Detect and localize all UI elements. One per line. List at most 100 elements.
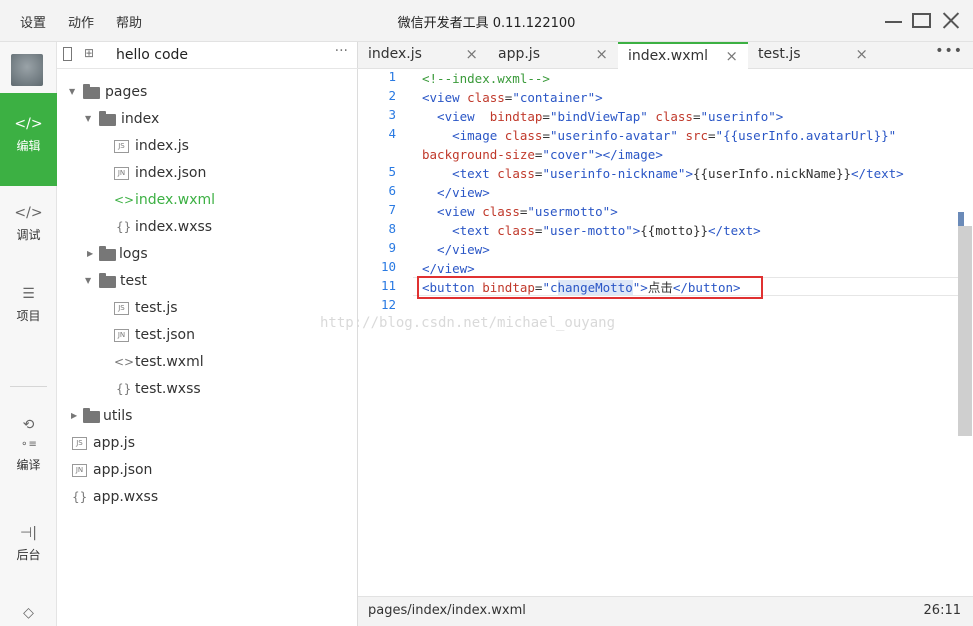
tab-label: index.wxml bbox=[628, 48, 709, 64]
code-token: <view bbox=[422, 204, 483, 219]
avatar[interactable] bbox=[11, 54, 43, 86]
window-title: 微信开发者工具 0.11.122100 bbox=[397, 16, 576, 31]
tree-item-label: index.wxss bbox=[135, 219, 213, 235]
minimize-icon[interactable] bbox=[885, 21, 902, 23]
backend-icon: ⊣| bbox=[20, 525, 37, 541]
activity-compile[interactable]: ⟲ ⚬≡ 编译 bbox=[0, 416, 57, 473]
activity-backend[interactable]: ⊣| 后台 bbox=[0, 524, 57, 563]
line-number: 5 bbox=[388, 164, 396, 179]
folder-icon bbox=[99, 273, 116, 288]
close-icon[interactable]: × bbox=[465, 42, 478, 67]
js-file-icon: JS bbox=[114, 302, 129, 315]
tab-index-wxml[interactable]: index.wxml × bbox=[618, 42, 748, 69]
tree-item-label: test.js bbox=[135, 300, 178, 316]
tree-item-label: index.json bbox=[135, 165, 207, 181]
tree-folder-logs[interactable]: ▶ logs bbox=[57, 241, 358, 267]
close-icon[interactable]: × bbox=[725, 44, 738, 69]
more-icon[interactable]: ··· bbox=[335, 43, 348, 59]
activity-debug[interactable]: </> 调试 bbox=[0, 204, 57, 243]
tab-label: index.js bbox=[368, 46, 422, 62]
tree-folder-test[interactable]: ▼ test bbox=[57, 268, 358, 294]
code-icon: </> bbox=[14, 116, 43, 132]
code-token: "cover" bbox=[542, 147, 596, 162]
code-token: = bbox=[692, 109, 701, 124]
code-token: > bbox=[640, 280, 648, 295]
layers-icon: ◇ bbox=[23, 605, 34, 621]
code-token: class bbox=[467, 90, 505, 105]
js-file-icon: JS bbox=[72, 437, 87, 450]
line-number: 11 bbox=[380, 278, 396, 293]
editor-tabs: index.js × app.js × index.wxml × test.js… bbox=[358, 42, 973, 69]
close-icon[interactable] bbox=[942, 11, 960, 29]
line-number: 12 bbox=[380, 297, 396, 312]
tree-item-label: test.wxss bbox=[135, 381, 201, 397]
code-token: <text bbox=[422, 223, 498, 238]
activity-project-label: 项目 bbox=[16, 309, 41, 323]
code-token: class bbox=[655, 109, 693, 124]
code-token: "userinfo" bbox=[700, 109, 776, 124]
code-token: "bindViewTap" bbox=[549, 109, 648, 124]
tree-file-test-js[interactable]: JS test.js bbox=[57, 295, 358, 321]
folder-icon bbox=[99, 111, 116, 126]
tree-file-app-wxss[interactable]: {} app.wxss bbox=[57, 484, 358, 510]
tree-file-index-js[interactable]: JS index.js bbox=[57, 133, 358, 159]
watermark: http://blog.csdn.net/michael_ouyang bbox=[320, 315, 616, 331]
code-token: = bbox=[542, 128, 550, 143]
tree-file-index-wxml[interactable]: <> index.wxml bbox=[57, 187, 358, 213]
code-token: </view> bbox=[422, 185, 490, 200]
activity-layers[interactable]: ◇ bbox=[0, 604, 57, 626]
editor-scrollbar[interactable] bbox=[958, 226, 972, 436]
activity-project[interactable]: ☰ 项目 bbox=[0, 285, 57, 324]
tree-file-test-json[interactable]: JN test.json bbox=[57, 322, 358, 348]
close-icon[interactable]: × bbox=[855, 42, 868, 67]
tree-file-app-js[interactable]: JS app.js bbox=[57, 430, 358, 456]
wxss-file-icon: {} bbox=[116, 220, 132, 234]
more-icon[interactable]: ••• bbox=[935, 43, 963, 59]
code-token: class bbox=[482, 204, 520, 219]
file-icon[interactable] bbox=[63, 47, 72, 61]
tree-item-label: index.wxml bbox=[135, 192, 216, 208]
code-token: bindtap bbox=[482, 280, 535, 295]
tree-folder-index[interactable]: ▼ index bbox=[57, 106, 358, 132]
tree-file-test-wxml[interactable]: <> test.wxml bbox=[57, 349, 358, 375]
line-number: 10 bbox=[380, 259, 396, 274]
code-token: <button bbox=[422, 280, 483, 295]
line-number: 4 bbox=[388, 126, 396, 141]
tree-file-index-json[interactable]: JN index.json bbox=[57, 160, 358, 186]
tree-folder-utils[interactable]: ▶ utils bbox=[57, 403, 358, 429]
code-line: background-size="cover"></image> bbox=[422, 145, 663, 164]
tree-file-app-json[interactable]: JN app.json bbox=[57, 457, 358, 483]
tab-app-js[interactable]: app.js × bbox=[488, 42, 618, 69]
code-line: <image class="userinfo-avatar" src="{{us… bbox=[422, 126, 896, 145]
code-token: > bbox=[685, 166, 693, 181]
code-line: </view> bbox=[422, 240, 490, 259]
code-token: "usermotto" bbox=[527, 204, 611, 219]
tree-file-index-wxss[interactable]: {} index.wxss bbox=[57, 214, 358, 240]
tab-label: app.js bbox=[498, 46, 540, 62]
code-editor[interactable]: 1 2 3 4 5 6 7 8 9 10 11 12 http://blog.csdn.net/mic… bbox=[320, 69, 973, 596]
code-token: <view bbox=[422, 90, 468, 105]
cursor-position: 26:11 bbox=[923, 603, 961, 618]
code-line: <text class="userinfo-nickname">{{userIn… bbox=[422, 164, 904, 183]
code-token: </text> bbox=[708, 223, 761, 238]
code-token: "{{userInfo.avatarUrl}}" bbox=[715, 128, 897, 143]
code-line: <text class="user-motto">{{motto}}</text… bbox=[422, 221, 761, 240]
wxss-file-icon: {} bbox=[72, 490, 88, 504]
code-token: = bbox=[708, 128, 716, 143]
menu-icon: ☰ bbox=[22, 286, 35, 302]
tab-test-js[interactable]: test.js × bbox=[748, 42, 878, 69]
hierarchy-icon[interactable]: ⊞ bbox=[84, 46, 94, 60]
tree-item-label: index.js bbox=[135, 138, 189, 154]
tab-index-js[interactable]: index.js × bbox=[358, 42, 488, 69]
tree-file-test-wxss[interactable]: {} test.wxss bbox=[57, 376, 358, 402]
activity-debug-label: 调试 bbox=[16, 228, 41, 242]
js-file-icon: JS bbox=[114, 140, 129, 153]
code-token: {{userInfo.nickName}} bbox=[692, 166, 852, 181]
close-icon[interactable]: × bbox=[595, 42, 608, 67]
code-token: > bbox=[610, 204, 618, 219]
activity-edit[interactable]: </> 编辑 bbox=[0, 93, 57, 186]
line-number: 9 bbox=[388, 240, 396, 255]
maximize-icon[interactable] bbox=[912, 13, 931, 28]
activity-compile-label: 编译 bbox=[16, 458, 41, 472]
tree-folder-pages[interactable]: ▼ pages bbox=[57, 79, 358, 105]
